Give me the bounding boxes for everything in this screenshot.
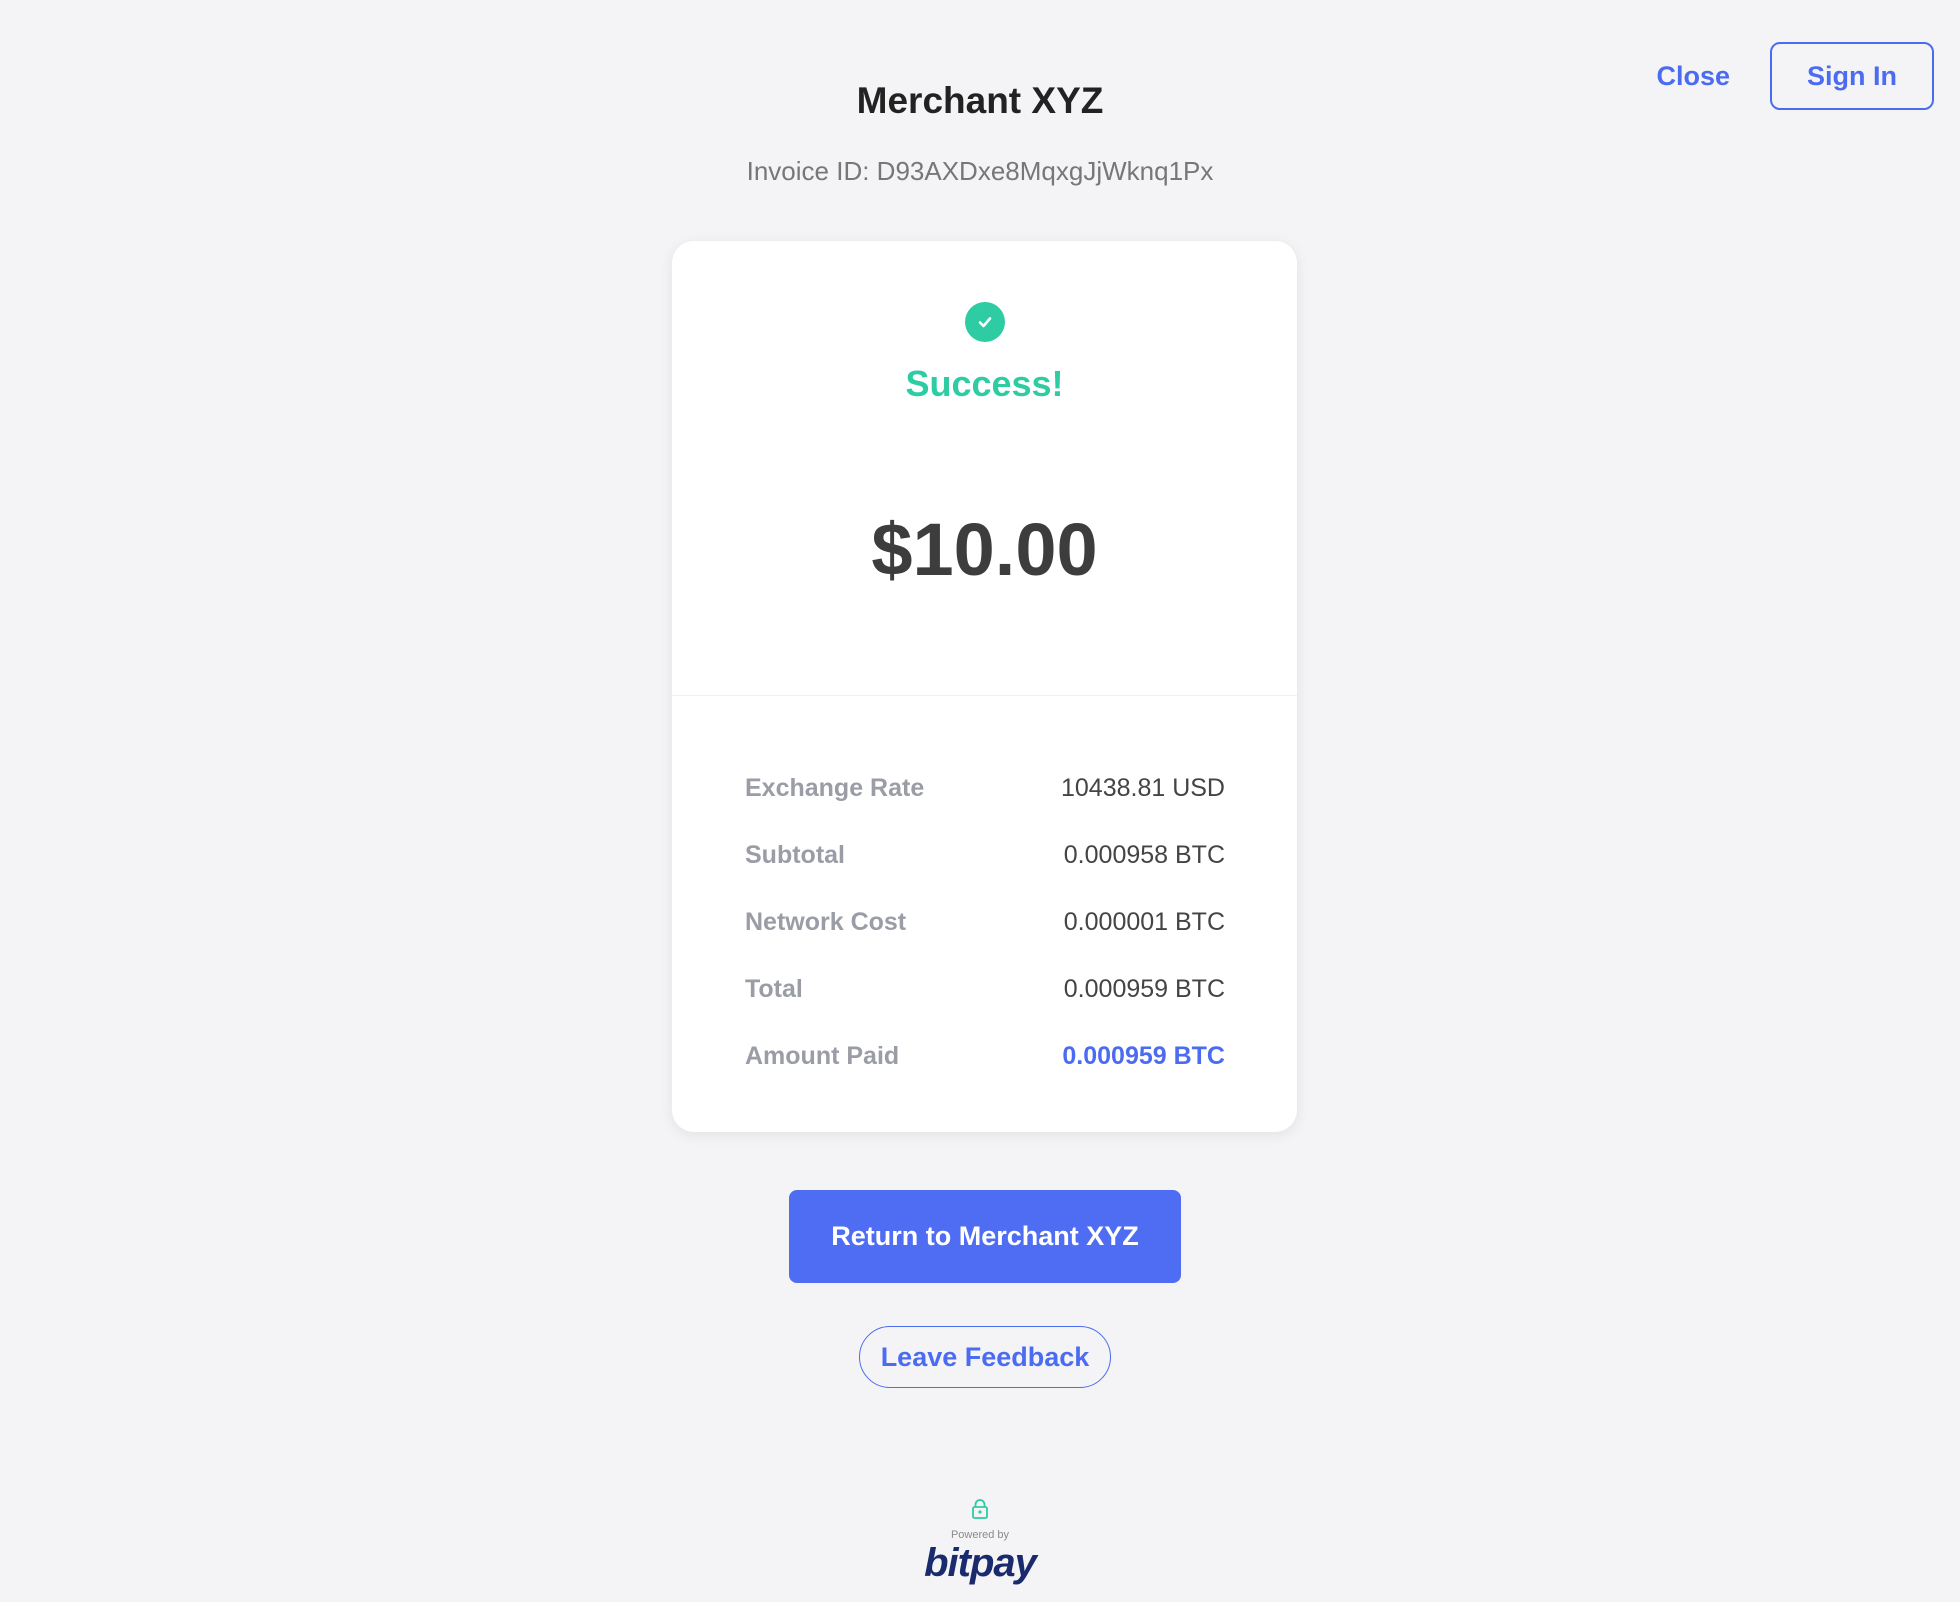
detail-value: 0.000959 BTC [1063,975,1225,1003]
detail-label: Amount Paid [745,1042,900,1070]
payment-summary-card: Success! $10.00 Exchange Rate 10438.81 U… [672,241,1297,1132]
detail-value-amount-paid: 0.000959 BTC [1062,1042,1225,1070]
bitpay-logo[interactable]: bitpay [0,1541,1960,1586]
detail-row-exchange-rate: Exchange Rate 10438.81 USD [745,755,1225,822]
detail-value: 10438.81 USD [1060,774,1225,802]
footer: Powered by bitpay [0,1498,1960,1586]
lock-icon [970,1498,990,1520]
card-divider [672,695,1297,696]
return-to-merchant-button[interactable]: Return to Merchant XYZ [789,1190,1181,1283]
detail-value: 0.000958 BTC [1063,841,1225,869]
detail-label: Network Cost [745,908,907,936]
payment-details: Exchange Rate 10438.81 USD Subtotal 0.00… [745,755,1225,1090]
leave-feedback-button[interactable]: Leave Feedback [859,1326,1111,1388]
detail-label: Exchange Rate [745,774,925,802]
status-text: Success! [905,363,1064,404]
detail-label: Subtotal [745,841,845,869]
powered-by-text: Powered by [950,1529,1010,1541]
detail-label: Total [745,975,803,1003]
detail-row-subtotal: Subtotal 0.000958 BTC [745,822,1225,889]
detail-row-total: Total 0.000959 BTC [745,956,1225,1023]
check-circle-icon [965,302,1005,342]
detail-row-network-cost: Network Cost 0.000001 BTC [745,889,1225,956]
invoice-amount: $10.00 [871,508,1098,591]
merchant-title: Merchant XYZ [856,80,1104,121]
invoice-id: Invoice ID: D93AXDxe8MqxgJjWknq1Px [746,156,1214,186]
detail-row-amount-paid: Amount Paid 0.000959 BTC [745,1023,1225,1090]
detail-value: 0.000001 BTC [1063,908,1225,936]
